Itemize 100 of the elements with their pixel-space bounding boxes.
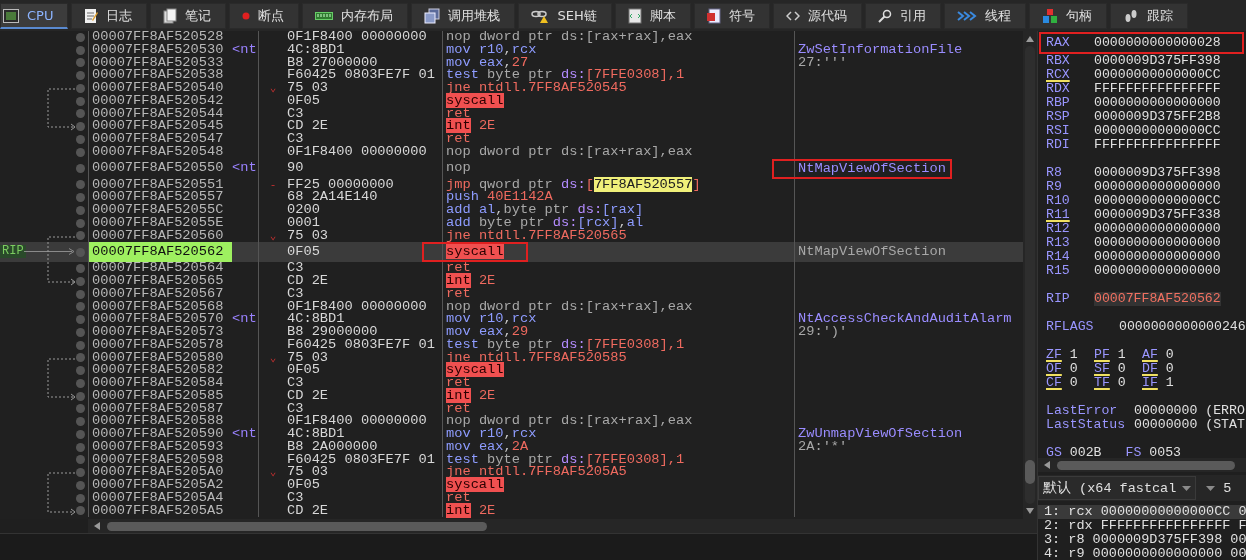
register-value[interactable]: 0000000000000000 <box>1094 96 1221 110</box>
breakpoint-dot[interactable] <box>76 193 85 203</box>
breakpoint-dot[interactable] <box>76 231 85 241</box>
register-name[interactable]: LastError <box>1046 404 1134 418</box>
left-arrow-icon[interactable] <box>1043 460 1051 470</box>
register-value[interactable]: 1 <box>1117 348 1126 362</box>
disasm-row[interactable]: RIP 00007FF8AF520562 0F05 syscall NtMapViewOfSection <box>0 242 1023 263</box>
register-value[interactable]: 0 <box>1069 362 1078 376</box>
register-name[interactable]: R9 <box>1046 180 1094 194</box>
register-name[interactable]: RBX <box>1046 54 1094 68</box>
breakpoint-dot[interactable] <box>76 442 85 452</box>
tab[interactable]: 源代码 <box>772 3 862 29</box>
register-name[interactable]: R10 <box>1046 194 1094 208</box>
breakpoint-dot[interactable] <box>76 71 85 81</box>
down-arrow-icon[interactable] <box>1025 507 1035 515</box>
register-value[interactable]: 0000009D375FF398 <box>1094 54 1221 68</box>
register-value[interactable]: 0000009D375FF2B8 <box>1094 110 1221 124</box>
register-value[interactable]: 0000009D375FF338 <box>1094 208 1221 222</box>
tab[interactable]: 符号 <box>693 3 770 29</box>
breakpoint-dot[interactable] <box>76 327 85 337</box>
breakpoint-dot[interactable] <box>76 366 85 376</box>
breakpoint-dot[interactable] <box>76 276 85 286</box>
register-name[interactable]: R13 <box>1046 236 1094 250</box>
register-name[interactable]: IF <box>1142 376 1158 390</box>
argument-row[interactable]: 1: rcx 00000000000000CC 0 <box>1038 505 1246 519</box>
scroll-thumb[interactable] <box>107 521 487 531</box>
tab[interactable]: 内存布局 <box>302 3 409 29</box>
left-arrow-icon[interactable] <box>93 521 101 531</box>
tab[interactable]: 引用 <box>864 3 941 29</box>
register-name[interactable]: RFLAGS <box>1046 320 1119 334</box>
register-name[interactable]: RSI <box>1046 124 1094 138</box>
breakpoint-dot[interactable] <box>76 205 85 215</box>
register-name[interactable]: RSP <box>1046 110 1094 124</box>
register-value[interactable]: 0000000000000000 <box>1094 236 1221 250</box>
tab[interactable]: 笔记 <box>150 3 227 29</box>
breakpoint-dot[interactable] <box>76 45 85 55</box>
breakpoint-dot[interactable] <box>76 302 85 312</box>
register-name[interactable]: RDX <box>1046 82 1094 96</box>
register-name[interactable]: R12 <box>1046 222 1094 236</box>
tab[interactable]: 跟踪 <box>1109 3 1188 29</box>
breakpoint-dot[interactable] <box>76 391 85 401</box>
register-value[interactable]: 1 <box>1069 348 1078 362</box>
breakpoint-dot[interactable] <box>76 493 85 503</box>
vertical-scrollbar[interactable] <box>1023 31 1037 519</box>
register-name[interactable]: ZF <box>1046 348 1062 362</box>
breakpoint-dot[interactable] <box>76 378 85 388</box>
breakpoint-dot[interactable] <box>76 122 85 132</box>
disasm-row[interactable]: 00007FF8AF520585 CD 2E int 2E <box>0 389 1023 403</box>
tab[interactable]: 日志 <box>71 3 148 29</box>
register-name[interactable]: R11 <box>1046 208 1094 222</box>
register-value[interactable]: 0000009D375FF398 <box>1094 166 1221 180</box>
register-value[interactable]: 0000000000000000 <box>1094 250 1221 264</box>
breakpoint-dot[interactable] <box>76 134 85 144</box>
up-arrow-icon[interactable] <box>1025 35 1035 43</box>
horizontal-scrollbar[interactable] <box>1038 458 1246 472</box>
register-name[interactable]: AF <box>1142 348 1158 362</box>
register-name[interactable]: RIP <box>1046 292 1094 306</box>
breakpoint-dot[interactable] <box>76 264 85 274</box>
disasm-row[interactable]: 00007FF8AF520551 - FF25 00000000 jmp qword ptr ds:[7FF8AF520557] <box>0 178 1023 192</box>
register-value[interactable]: 00000000000000CC <box>1094 68 1221 82</box>
register-value[interactable]: 0 <box>1069 376 1078 390</box>
breakpoint-dot[interactable] <box>76 404 85 414</box>
disasm-row[interactable]: 00007FF8AF520542 0F05 syscall <box>0 94 1023 108</box>
register-name[interactable]: SF <box>1094 362 1110 376</box>
register-name[interactable]: GS <box>1046 446 1062 458</box>
breakpoint-dot[interactable] <box>76 340 85 350</box>
breakpoint-dot[interactable] <box>76 289 85 299</box>
disasm-row[interactable]: 00007FF8AF5205A2 0F05 syscall <box>0 479 1023 492</box>
register-value[interactable]: 0 <box>1117 362 1126 376</box>
breakpoint-dot[interactable] <box>76 147 85 157</box>
breakpoint-dot[interactable] <box>76 455 85 465</box>
disasm-row[interactable]: 00007FF8AF520545 CD 2E int 2E <box>0 120 1023 133</box>
tab[interactable]: 调用堆栈 <box>411 3 516 29</box>
register-name[interactable]: RAX <box>1046 36 1094 50</box>
register-value[interactable]: 0000000000000000 <box>1094 222 1221 236</box>
breakpoint-dot[interactable] <box>76 247 85 257</box>
register-value[interactable]: 0000000000000028 <box>1094 36 1221 50</box>
register-name[interactable]: RDI <box>1046 138 1094 152</box>
breakpoint-dot[interactable] <box>76 468 85 478</box>
breakpoint-dot[interactable] <box>76 180 85 190</box>
register-value[interactable]: FFFFFFFFFFFFFFFF <box>1094 138 1221 152</box>
register-value[interactable]: 0053 <box>1149 446 1181 458</box>
disasm-row[interactable]: 00007FF8AF5205A5 CD 2E int 2E <box>0 504 1023 518</box>
register-value[interactable]: 0000000000000246 <box>1119 320 1246 334</box>
breakpoint-dot[interactable] <box>76 353 85 363</box>
breakpoint-dot[interactable] <box>76 506 85 516</box>
tab[interactable]: 句柄 <box>1028 3 1107 29</box>
register-name[interactable]: R8 <box>1046 166 1094 180</box>
argument-row[interactable]: 3: r8 0000009D375FF398 00 <box>1038 533 1246 547</box>
register-name[interactable]: RCX <box>1046 68 1094 82</box>
breakpoint-dot[interactable] <box>76 315 85 325</box>
register-value[interactable]: 0 <box>1165 362 1174 376</box>
register-value[interactable]: 0 <box>1165 348 1174 362</box>
register-value[interactable]: 0000000000000000 <box>1094 180 1221 194</box>
horizontal-scrollbar[interactable] <box>88 519 1037 533</box>
calling-convention-dropdown[interactable]: 默认 (x64 fastcal <box>1038 476 1197 500</box>
scroll-thumb[interactable] <box>1025 460 1035 484</box>
register-value[interactable]: FFFFFFFFFFFFFFFF <box>1094 82 1221 96</box>
breakpoint-dot[interactable] <box>76 429 85 439</box>
register-name[interactable]: OF <box>1046 362 1062 376</box>
